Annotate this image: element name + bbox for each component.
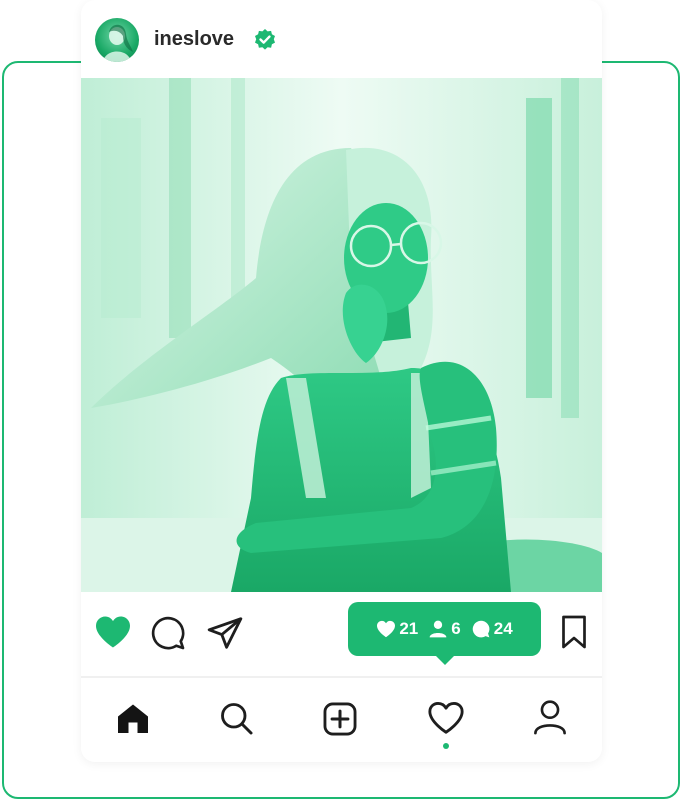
photo-woman-with-glasses <box>81 78 602 592</box>
post-photo[interactable] <box>81 78 602 592</box>
username[interactable]: ineslove <box>154 28 234 51</box>
search-icon[interactable] <box>218 700 254 736</box>
plus-square-icon[interactable] <box>321 700 359 738</box>
heart-icon[interactable] <box>427 700 465 736</box>
likes-stat: 21 <box>376 619 418 639</box>
paper-plane-icon[interactable] <box>206 614 244 652</box>
verified-badge-icon <box>255 29 275 50</box>
comments-count: 24 <box>493 619 513 638</box>
active-tab-indicator <box>443 743 449 749</box>
comments-stat: 24 <box>471 619 513 639</box>
comment-bubble-icon[interactable] <box>150 615 186 651</box>
post-card: ineslove 21 6 24 <box>81 0 602 762</box>
activity-stats-tooltip: 21 6 24 <box>348 602 541 665</box>
heart-icon <box>377 620 396 638</box>
post-header: ineslove <box>81 0 602 78</box>
likes-count: 21 <box>399 619 419 638</box>
home-icon[interactable] <box>115 700 151 736</box>
comment-bubble-icon <box>472 620 490 638</box>
avatar[interactable] <box>95 18 139 62</box>
followers-stat: 6 <box>428 619 461 639</box>
user-icon[interactable] <box>532 698 568 736</box>
bottom-nav <box>81 678 602 762</box>
action-bar: 21 6 24 <box>81 592 602 674</box>
heart-icon[interactable] <box>94 615 132 649</box>
bookmark-icon[interactable] <box>558 614 590 650</box>
followers-count: 6 <box>451 619 461 638</box>
user-icon <box>429 620 447 638</box>
avatar-silhouette <box>103 24 133 62</box>
